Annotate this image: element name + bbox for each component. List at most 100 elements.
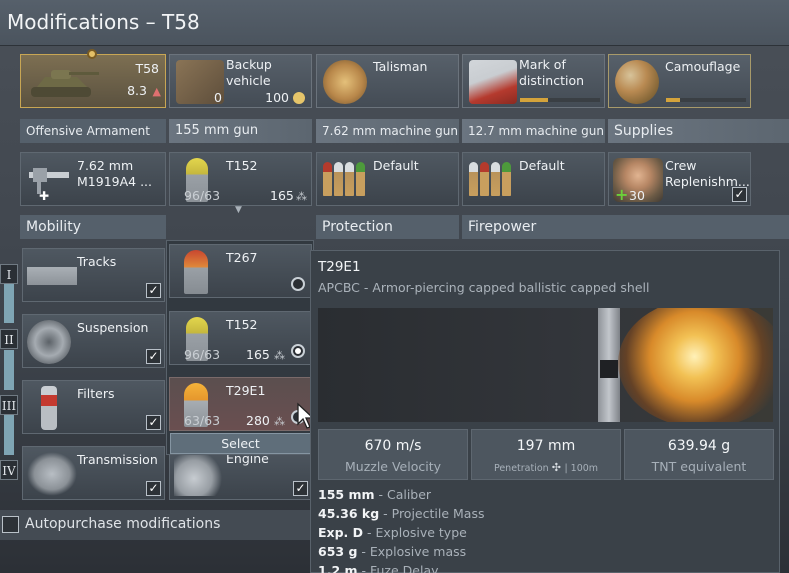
module-suspension-label: Suspension: [77, 320, 149, 335]
mg-762-ammo-label: Default: [373, 158, 419, 173]
stat-penetration: 197 mm Penetration ✣ | 100m: [471, 429, 621, 480]
shells-icon: ⁂: [274, 349, 285, 362]
tooltip-title: T29E1: [318, 259, 361, 275]
camouflage-label: Camouflage: [665, 59, 741, 74]
stat-label: Penetration ✣ | 100m: [472, 461, 620, 474]
tracks-icon: [27, 254, 77, 298]
camouflage-progress: [666, 98, 746, 102]
crew-replenishment-label: Crew Replenishm...: [665, 158, 750, 189]
shell-tooltip: T29E1 APCBC - Armor-piercing capped ball…: [310, 250, 780, 573]
shell-option-t152[interactable]: T152 96/63 165 ⁂: [169, 311, 312, 365]
spec-explosive-mass: 653 g - Explosive mass: [318, 544, 467, 559]
backup-vehicle-slot[interactable]: Backup vehicle 0 100: [169, 54, 312, 108]
select-button[interactable]: Select: [170, 433, 311, 454]
engine-icon: [174, 452, 224, 496]
shell-option-t29e1[interactable]: T29E1 63/63 280 ⁂: [169, 377, 312, 431]
header-supplies: Supplies: [608, 119, 789, 143]
main-gun-ammo-slot[interactable]: T152 96/63 165 ⁂: [169, 152, 312, 206]
paint-roller-icon: [469, 60, 517, 104]
heat-shell-icon: [184, 250, 208, 294]
module-engine-checkbox[interactable]: ✓: [293, 481, 308, 496]
main-gun-ammo: 96/63: [184, 188, 221, 203]
premium-icon: [87, 49, 97, 59]
shell-option-radio[interactable]: [291, 344, 305, 358]
talisman-slot[interactable]: Talisman: [316, 54, 459, 108]
header-mobility: Mobility: [20, 215, 166, 239]
stat-value: 197 mm: [516, 438, 576, 454]
backup-cost: 100: [265, 90, 289, 105]
shell-option-name: T152: [226, 317, 258, 332]
module-tracks[interactable]: Tracks ✓: [22, 248, 165, 302]
stat-muzzle-velocity: 670 m/s Muzzle Velocity: [318, 429, 468, 480]
camouflage-icon: [615, 60, 659, 104]
module-suspension-checkbox[interactable]: ✓: [146, 349, 161, 364]
shell-option-count: 165: [246, 347, 270, 362]
title-bar: Modifications – T58: [0, 0, 789, 46]
shell-option-ammo: 96/63: [184, 347, 221, 362]
header-offensive-armament: Offensive Armament: [20, 119, 166, 143]
module-transmission-checkbox[interactable]: ✓: [146, 481, 161, 496]
suspension-icon: [27, 320, 71, 364]
stat-value: 639.94 g: [667, 438, 731, 454]
machine-gun-icon: ✚: [29, 168, 69, 202]
header-mg-762: 7.62 mm machine gun: [316, 119, 459, 143]
mg-127-ammo-slot[interactable]: Default: [462, 152, 605, 206]
belt-icon: [467, 158, 517, 202]
shell-option-radio[interactable]: [291, 277, 305, 291]
mark-progress: [520, 98, 600, 102]
mark-label: Mark of distinction: [519, 57, 585, 88]
module-tracks-checkbox[interactable]: ✓: [146, 283, 161, 298]
spec-explosive-type: Exp. D - Explosive type: [318, 525, 467, 540]
add-icon: +: [615, 185, 629, 204]
tank-icon: [31, 70, 99, 97]
crew-checkbox[interactable]: ✓: [732, 187, 747, 202]
svg-text:✚: ✚: [39, 189, 49, 202]
talisman-label: Talisman: [373, 59, 428, 74]
spec-projectile-mass: 45.36 kg - Projectile Mass: [318, 506, 485, 521]
module-filters-checkbox[interactable]: ✓: [146, 415, 161, 430]
stat-label-suffix: | 100m: [564, 463, 599, 474]
module-filters[interactable]: Filters ✓: [22, 380, 165, 434]
vehicle-rating: 8.3: [127, 83, 147, 98]
mark-of-distinction-slot[interactable]: Mark of distinction: [462, 54, 605, 108]
stat-label-text: Penetration: [493, 463, 549, 474]
camouflage-slot[interactable]: Camouflage: [608, 54, 751, 108]
module-transmission[interactable]: Transmission ✓: [22, 446, 165, 500]
backup-vehicle-label: Backup vehicle: [226, 57, 272, 88]
stat-tnt-equivalent: 639.94 g TNT equivalent: [624, 429, 774, 480]
module-tracks-label: Tracks: [77, 254, 117, 269]
autopurchase-row[interactable]: Autopurchase modifications: [0, 510, 310, 540]
shells-icon: ⁂: [296, 190, 307, 203]
tier-progress-arrow: [4, 283, 14, 323]
filters-icon: [41, 386, 57, 430]
autopurchase-checkbox[interactable]: [2, 516, 19, 533]
offensive-armament-label: 7.62 mm M1919A4 ...: [77, 158, 152, 189]
mg-127-ammo-label: Default: [519, 158, 565, 173]
shell-option-t267[interactable]: T267: [169, 244, 312, 298]
module-filters-label: Filters: [77, 386, 115, 401]
stat-value: 670 m/s: [364, 438, 422, 454]
vehicle-name: T58: [135, 61, 159, 76]
spec-caliber: 155 mm - Caliber: [318, 487, 432, 502]
shell-option-ammo: 63/63: [184, 413, 221, 428]
vehicle-slot[interactable]: T58 8.3 ▲: [20, 49, 166, 108]
rank-icon: ▲: [152, 85, 161, 98]
module-suspension[interactable]: Suspension ✓: [22, 314, 165, 368]
crew-replenishment-slot[interactable]: Crew Replenishm... + 30 ✓: [608, 152, 751, 206]
tier-label: II: [0, 329, 18, 349]
tier-progress-arrow: [4, 350, 14, 390]
main-gun-shell-name: T152: [226, 158, 258, 173]
crosshair-icon: ✣: [551, 461, 565, 474]
shell-option-name: T29E1: [226, 383, 266, 398]
main-gun-count: 165: [270, 188, 294, 203]
stat-label: TNT equivalent: [651, 459, 747, 474]
shells-icon: ⁂: [274, 415, 285, 428]
mg-762-ammo-slot[interactable]: Default: [316, 152, 459, 206]
offensive-armament-slot[interactable]: ✚ 7.62 mm M1919A4 ...: [20, 152, 166, 206]
crew-count: 30: [629, 188, 645, 203]
window-title: Modifications – T58: [7, 10, 200, 34]
shell-impact-image: [318, 308, 773, 422]
shell-option-name: T267: [226, 250, 258, 265]
header-firepower: Firepower: [462, 215, 789, 239]
module-transmission-label: Transmission: [77, 452, 158, 467]
